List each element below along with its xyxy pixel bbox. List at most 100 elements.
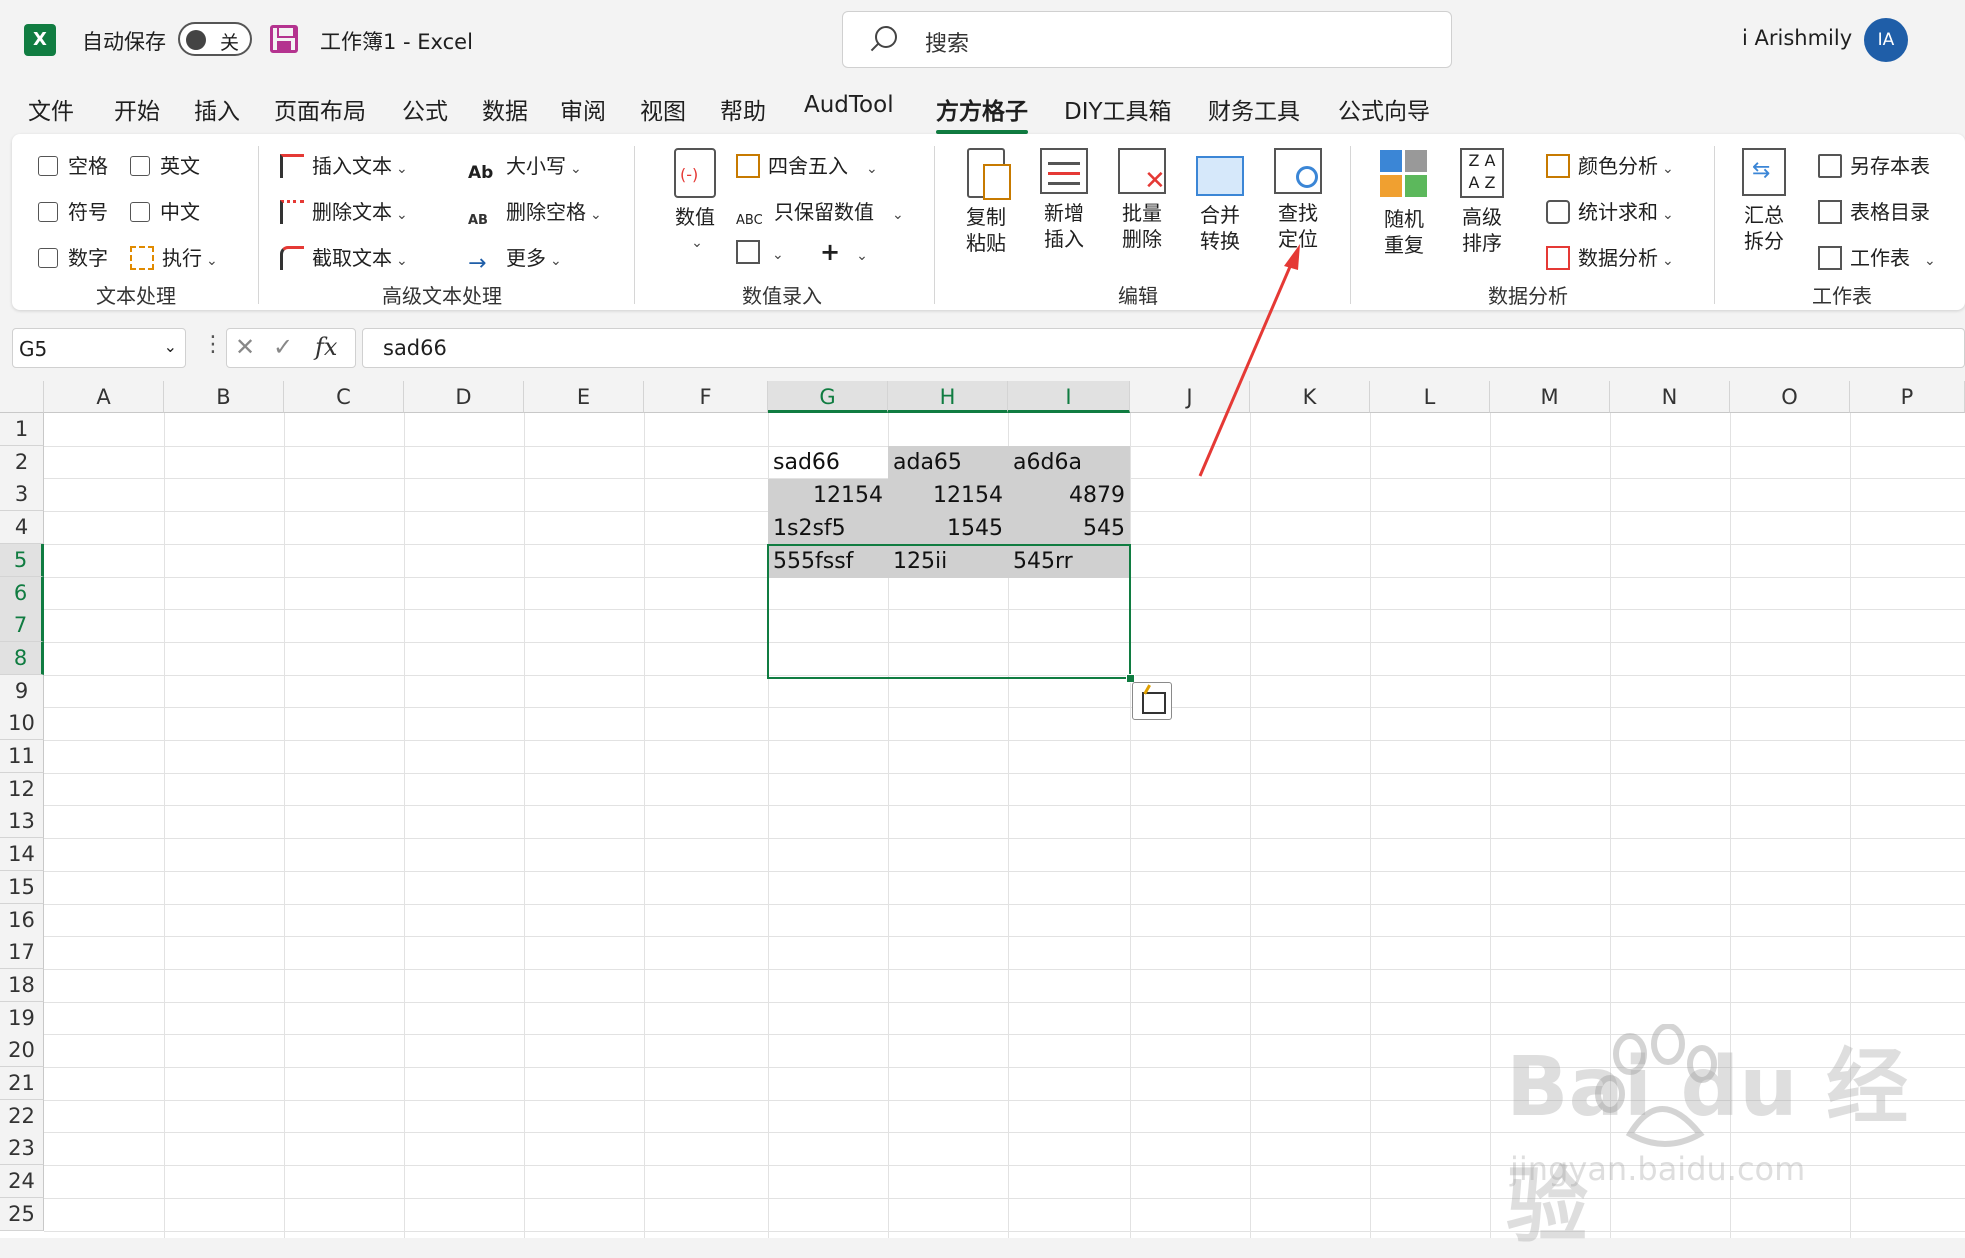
row-header[interactable]: 14 (0, 838, 44, 872)
cancel-icon[interactable]: ✕ (235, 333, 255, 361)
checkbox-number[interactable]: 数字 (38, 242, 108, 271)
column-header[interactable]: C (284, 381, 404, 413)
row-header[interactable]: 8 (0, 641, 44, 675)
worksheet-button[interactable]: 工作表 ⌄ (1818, 242, 1936, 271)
column-header[interactable]: D (404, 381, 524, 413)
row-header[interactable]: 13 (0, 805, 44, 839)
row-header[interactable]: 20 (0, 1034, 44, 1068)
cell-G8[interactable]: 555fssf (768, 545, 888, 578)
tab-view[interactable]: 视图 (640, 92, 686, 126)
cut-text-button[interactable]: 截取文本 ⌄ (280, 242, 408, 271)
row-header[interactable]: 6 (0, 576, 44, 610)
row-header[interactable]: 11 (0, 740, 44, 773)
checkbox-chinese[interactable]: 中文 (130, 196, 200, 225)
row-header[interactable]: 7 (0, 609, 44, 643)
column-header[interactable]: H (888, 381, 1008, 413)
edit-number-button[interactable]: ⌄ (736, 240, 784, 264)
column-header[interactable]: E (524, 381, 644, 413)
data-analysis-button[interactable]: 数据分析 ⌄ (1546, 242, 1674, 271)
row-header[interactable]: 15 (0, 870, 44, 904)
case-button[interactable]: Ab 大小写 ⌄ (468, 150, 582, 187)
tab-home[interactable]: 开始 (114, 92, 160, 126)
keep-number-button[interactable]: ABC 只保留数值 ⌄ (736, 196, 904, 237)
row-header[interactable]: 22 (0, 1099, 44, 1133)
row-header[interactable]: 2 (0, 445, 44, 479)
column-header[interactable]: J (1130, 381, 1250, 413)
tab-fangfanggezi[interactable]: 方方格子 (936, 92, 1028, 134)
new-insert-button[interactable]: 新增插入 (1028, 148, 1100, 252)
name-box[interactable]: G5 ⌄ (12, 328, 186, 368)
save-icon[interactable] (270, 25, 298, 53)
column-header[interactable]: F (644, 381, 768, 413)
insert-function-icon[interactable]: fx (315, 333, 337, 361)
confirm-icon[interactable]: ✓ (273, 333, 293, 361)
cell-H7[interactable]: 1545 (888, 512, 1008, 545)
search-box[interactable]: 搜索 (842, 11, 1452, 68)
row-header[interactable]: 1 (0, 413, 44, 446)
formula-input[interactable]: sad66 (362, 328, 1965, 368)
row-header[interactable]: 18 (0, 968, 44, 1002)
table-index-button[interactable]: 表格目录 (1818, 196, 1930, 225)
round-button[interactable]: 四舍五入 ⌄ (736, 150, 878, 179)
checkbox-space[interactable]: 空格 (38, 150, 108, 179)
insert-text-button[interactable]: 插入文本 ⌄ (280, 150, 408, 179)
row-header[interactable]: 4 (0, 511, 44, 545)
column-header[interactable]: O (1730, 381, 1850, 413)
tab-finance-tools[interactable]: 财务工具 (1208, 92, 1300, 126)
execute-button[interactable]: 执行 ⌄ (130, 242, 218, 271)
column-header[interactable]: B (164, 381, 284, 413)
tab-file[interactable]: 文件 (28, 92, 74, 126)
column-header[interactable]: A (44, 381, 164, 413)
row-header[interactable]: 9 (0, 674, 44, 708)
checkbox-symbol[interactable]: 符号 (38, 196, 108, 225)
cell-H8[interactable]: 125ii (888, 545, 1008, 578)
column-header[interactable]: I (1008, 381, 1130, 413)
cell-G7[interactable]: 1s2sf5 (768, 512, 888, 545)
row-header[interactable]: 17 (0, 936, 44, 970)
column-header[interactable]: L (1370, 381, 1490, 413)
autosave-toggle[interactable]: 关 (178, 22, 252, 56)
random-duplicate-button[interactable]: 随机重复 (1368, 148, 1440, 258)
cell-I6[interactable]: 4879 (1008, 479, 1130, 512)
delete-text-button[interactable]: 删除文本 ⌄ (280, 196, 408, 225)
cell-I8[interactable]: 545rr (1008, 545, 1130, 578)
checkbox-english[interactable]: 英文 (130, 150, 200, 179)
cell-H6[interactable]: 12154 (888, 479, 1008, 512)
row-header[interactable]: 21 (0, 1067, 44, 1100)
cell-H5[interactable]: ada65 (888, 446, 1008, 479)
copy-paste-button[interactable]: 复制粘贴 (950, 148, 1022, 256)
cell-G6[interactable]: 12154 (768, 479, 888, 512)
cell-I5[interactable]: a6d6a (1008, 446, 1130, 479)
batch-delete-button[interactable]: ✕ 批量删除 (1106, 148, 1178, 252)
value-button[interactable]: (-) 数值 ⌄ (660, 148, 730, 256)
color-analysis-button[interactable]: 颜色分析 ⌄ (1546, 150, 1674, 179)
column-header[interactable]: M (1490, 381, 1610, 413)
merge-convert-button[interactable]: 合并转换 (1184, 148, 1256, 254)
summary-split-button[interactable]: ⇆ 汇总拆分 (1728, 148, 1800, 254)
cell-I7[interactable]: 545 (1008, 512, 1130, 545)
select-all-corner[interactable] (0, 381, 44, 413)
plus-button[interactable]: + ⌄ (820, 238, 868, 266)
stats-sum-button[interactable]: 统计求和 ⌄ (1546, 196, 1674, 225)
more-button[interactable]: → 更多 ⌄ (468, 242, 562, 276)
tab-audtool[interactable]: AudTool (804, 92, 894, 118)
more-options-icon[interactable]: ⋮ (202, 332, 224, 357)
row-header[interactable]: 12 (0, 772, 44, 806)
row-header[interactable]: 25 (0, 1197, 44, 1231)
tab-help[interactable]: 帮助 (720, 92, 766, 126)
delete-space-button[interactable]: AB 删除空格 ⌄ (468, 196, 602, 237)
tab-insert[interactable]: 插入 (194, 92, 240, 126)
row-header[interactable]: 5 (0, 543, 44, 577)
column-header[interactable]: G (768, 381, 888, 413)
tab-page-layout[interactable]: 页面布局 (274, 92, 366, 126)
column-header[interactable]: K (1250, 381, 1370, 413)
row-header[interactable]: 23 (0, 1132, 44, 1166)
advanced-sort-button[interactable]: Z AA Z 高级排序 (1446, 148, 1518, 256)
row-header[interactable]: 3 (0, 478, 44, 512)
user-name[interactable]: i Arishmily (1742, 26, 1852, 50)
row-header[interactable]: 16 (0, 903, 44, 937)
column-header[interactable]: P (1850, 381, 1965, 413)
quick-analysis-icon[interactable] (1132, 682, 1172, 720)
avatar[interactable]: IA (1864, 18, 1908, 62)
column-header[interactable]: N (1610, 381, 1730, 413)
